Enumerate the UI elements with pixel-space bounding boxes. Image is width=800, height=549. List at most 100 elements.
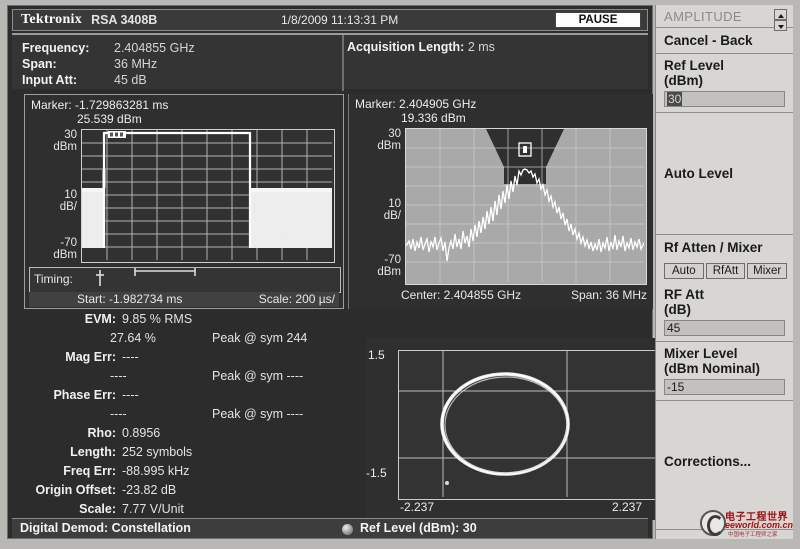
measurement-value: ---- — [122, 350, 139, 364]
measurement-row: Mag Err: ---- — [22, 350, 352, 369]
constellation-graph[interactable]: 1.5 -1.5 -2.237 2.237 — [366, 338, 658, 520]
status-ref-level: Ref Level (dBm): 30 — [360, 521, 477, 535]
time-start-label: Start: -1.982734 ms — [77, 292, 183, 306]
settings-left-group: Frequency: 2.404855 GHz Span: 36 MHz Inp… — [22, 40, 195, 88]
measurement-value: 0.8956 — [122, 426, 161, 440]
mixer-level-input[interactable]: -15 — [664, 379, 785, 395]
measurement-label: Length: — [70, 445, 116, 459]
timing-bar[interactable]: Timing: — [29, 267, 341, 293]
rf-atten-mixer-segmented[interactable]: Auto RfAtt Mixer — [664, 263, 788, 279]
rf-att-input[interactable]: 45 — [664, 320, 785, 336]
softkey-menu: AMPLITUDE Cancel - Back Ref Level (dBm) 3… — [655, 5, 793, 539]
frequency-row: Frequency: 2.404855 GHz — [22, 40, 195, 56]
acquisition-length-label: Acquisition Length: — [347, 40, 465, 54]
spectrum-center-label: Center: 2.404855 GHz — [401, 288, 522, 302]
instrument-screen: Tektronix RSA 3408B 1/8/2009 11:13:31 PM… — [0, 0, 800, 549]
frequency-label: Frequency: — [22, 41, 90, 55]
menu-spacer — [656, 401, 793, 449]
rf-att-value: 45 — [667, 321, 681, 335]
constellation-svg — [399, 351, 655, 497]
time-y-axis-bottom: -70 dBm — [53, 237, 77, 261]
segment-rfatt[interactable]: RfAtt — [705, 263, 746, 279]
stepper-up-icon[interactable] — [774, 9, 787, 20]
measurement-value: 7.77 V/Unit — [122, 502, 184, 516]
spectrum-y-axis-top: 30 dBm — [377, 128, 401, 152]
measurement-value: ---- — [110, 369, 127, 383]
menu-item-corrections[interactable]: Corrections... — [656, 449, 793, 474]
time-y-axis-top: 30 dBm — [53, 129, 77, 153]
measurement-row: Freq Err: -88.995 kHz — [22, 464, 352, 483]
time-axis-footer: Start: -1.982734 ms Scale: 200 µs/ — [29, 292, 339, 307]
spectrum-span-label: Span: 36 MHz — [570, 288, 647, 302]
measurement-row: Phase Err: ---- — [22, 388, 352, 407]
time-plot-area[interactable] — [81, 129, 335, 263]
measurement-value: ---- — [110, 407, 127, 421]
measurement-value: ---- — [122, 388, 139, 402]
measurement-label: Scale: — [79, 502, 116, 516]
watermark-en-text: eeworld.com.cn — [725, 520, 794, 530]
spectrum-trace-svg — [406, 129, 645, 282]
mixer-level-value: -15 — [667, 380, 685, 394]
measurement-label: EVM: — [84, 312, 116, 326]
menu-spacer — [656, 186, 793, 234]
input-att-label: Input Att: — [22, 73, 78, 87]
time-y-axis-mid: 10 dB/ — [59, 189, 77, 213]
spectrum-axis-footer: Center: 2.404855 GHz Span: 36 MHz — [401, 288, 647, 303]
menu-header: AMPLITUDE — [664, 9, 743, 24]
constellation-plot-area[interactable] — [398, 350, 658, 500]
measurement-peak: Peak @ sym ---- — [212, 369, 304, 383]
spectrum-plot-area[interactable] — [405, 128, 647, 285]
constellation-y-bottom: -1.5 — [366, 466, 387, 480]
segment-auto[interactable]: Auto — [664, 263, 704, 279]
measurement-row: Length: 252 symbols — [22, 445, 352, 464]
measurement-value: -23.82 dB — [122, 483, 177, 497]
mixer-level-label: Mixer Level (dBm Nominal) — [664, 346, 760, 376]
watermark-logo-icon — [700, 510, 726, 536]
measurement-value: 252 symbols — [122, 445, 193, 459]
menu-spacer — [656, 113, 793, 161]
instrument-display: Tektronix RSA 3408B 1/8/2009 11:13:31 PM… — [7, 5, 658, 539]
rf-att-label: RF Att (dB) — [664, 287, 704, 317]
status-indicator-icon — [342, 524, 353, 535]
ref-level-input[interactable]: 30 — [664, 91, 785, 107]
watermark-sub-text: 中国电子工程师之家 — [728, 532, 778, 538]
menu-item-mixer-level[interactable]: Mixer Level (dBm Nominal) -15 — [656, 342, 793, 395]
measurement-row: ---- Peak @ sym ---- — [22, 369, 352, 388]
measurement-value: 9.85 % RMS — [122, 312, 193, 326]
span-row: Span: 36 MHz — [22, 56, 195, 72]
frequency-value: 2.404855 GHz — [114, 41, 195, 55]
stepper-down-icon[interactable] — [774, 20, 787, 31]
span-label: Span: — [22, 57, 57, 71]
date-time: 1/8/2009 11:13:31 PM — [281, 13, 399, 27]
model-number: RSA 3408B — [91, 13, 158, 27]
measurement-label: Phase Err: — [53, 388, 116, 402]
ref-level-value: 30 — [667, 92, 683, 106]
menu-item-cancel-back[interactable]: Cancel - Back — [656, 28, 793, 53]
tektronix-logo: Tektronix — [21, 12, 83, 27]
time-marker-label: Marker: — [31, 98, 72, 112]
time-domain-graph[interactable]: Marker: -1.729863281 ms 25.539 dBm 30 dBm… — [24, 94, 344, 309]
timing-label: Timing: — [34, 272, 73, 286]
menu-item-rf-att[interactable]: RF Att (dB) 45 — [656, 283, 793, 336]
settings-strip: Frequency: 2.404855 GHz Span: 36 MHz Inp… — [12, 33, 648, 91]
input-att-row: Input Att: 45 dB — [22, 72, 195, 88]
spectrum-y-axis-bottom: -70 dBm — [377, 254, 401, 278]
spectrum-marker-readout: Marker: 2.404905 GHz — [355, 97, 476, 111]
spectrum-graph[interactable]: Marker: 2.404905 GHz 19.336 dBm 30 dBm 10… — [348, 94, 653, 309]
constellation-y-top: 1.5 — [368, 348, 385, 362]
pause-button[interactable]: PAUSE — [555, 12, 641, 28]
spectrum-marker-label: Marker: — [355, 97, 396, 111]
measurement-label: Origin Offset: — [35, 483, 116, 497]
time-scale-label: Scale: 200 µs/ — [258, 292, 335, 306]
ref-level-stepper[interactable] — [774, 9, 787, 33]
menu-item-ref-level[interactable]: Ref Level (dBm) 30 — [656, 9, 793, 107]
measurement-peak: Peak @ sym ---- — [212, 407, 304, 421]
acquisition-group: Acquisition Length: 2 ms — [347, 40, 495, 54]
menu-item-auto-level[interactable]: Auto Level — [656, 161, 793, 186]
settings-divider — [342, 35, 344, 91]
segment-mixer[interactable]: Mixer — [747, 263, 788, 279]
span-value: 36 MHz — [114, 57, 158, 71]
acquisition-length-value: 2 ms — [467, 40, 495, 54]
menu-item-rf-atten-mixer[interactable]: Rf Atten / Mixer — [656, 235, 793, 260]
time-marker-value: -1.729863281 ms — [75, 98, 169, 112]
